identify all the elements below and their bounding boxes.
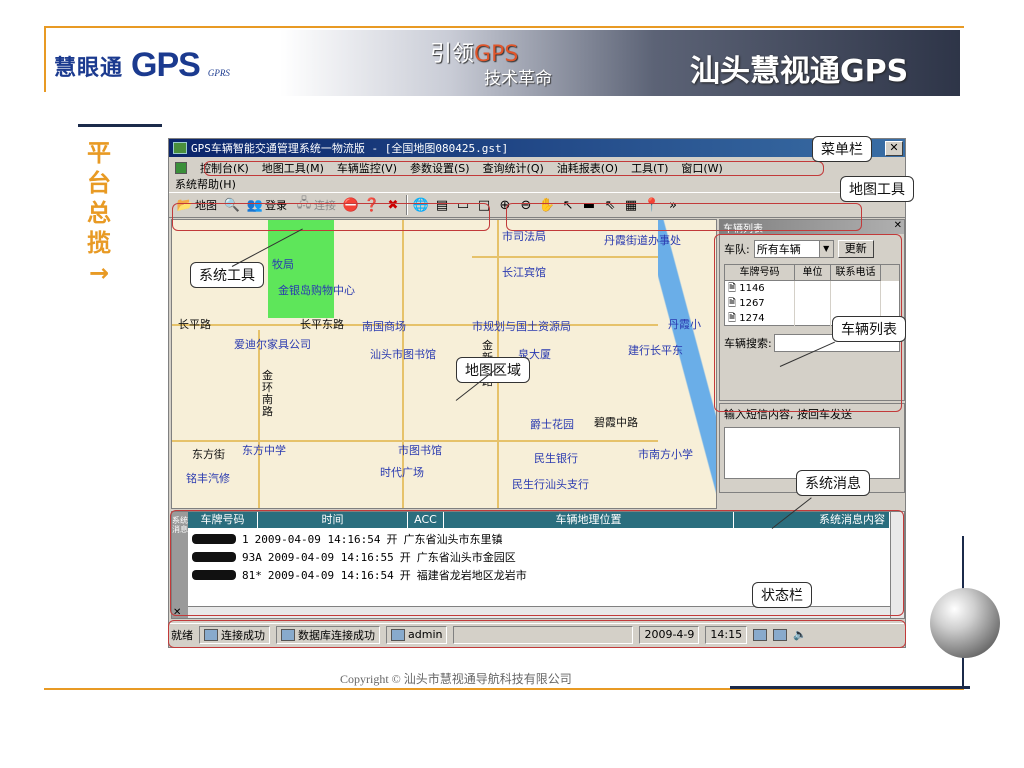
brand-gps: GPS: [131, 46, 201, 84]
map-label: 牧局: [272, 258, 294, 271]
statusbar-highlight: [168, 620, 906, 648]
map-label: 金银岛购物中心: [278, 284, 355, 297]
map-label: 民生银行: [534, 452, 578, 465]
map-label: 爱迪尔家具公司: [234, 338, 311, 351]
brand-logo: 慧眼通 GPS GPRS: [54, 46, 230, 85]
river: [658, 220, 716, 508]
map-label: 爵士花园: [530, 418, 574, 431]
callout-sysmsg: 系统消息: [796, 470, 870, 496]
menu-row-2: 系统帮助(H): [175, 176, 899, 192]
road: [472, 256, 658, 258]
menu-app-icon[interactable]: [175, 162, 187, 174]
menubar-highlight: [204, 161, 824, 176]
map-label: 民生行汕头支行: [512, 478, 589, 491]
decorative-sphere: [930, 588, 1000, 658]
road: [258, 330, 260, 508]
map-label: 汕头市图书馆: [370, 348, 436, 361]
slogan-line2: 技术革命: [484, 69, 552, 89]
menu-item[interactable]: 系统帮助(H): [175, 176, 236, 192]
map-label: 市图书馆: [398, 444, 442, 457]
map-label: 市规划与国土资源局: [472, 320, 571, 333]
window-title: GPS车辆智能交通管理系统一物流版 - [全国地图080425.gst]: [191, 142, 509, 155]
header-rule: [44, 26, 964, 28]
brand-sub: GPRS: [207, 67, 230, 78]
map-label: 时代广场: [380, 466, 424, 479]
side-title: 平台总揽→: [87, 139, 111, 287]
brand-cn: 慧眼通: [54, 55, 124, 81]
road: [172, 324, 658, 326]
map-label: 长平东路: [300, 318, 344, 331]
callout-systools: 系统工具: [190, 262, 264, 288]
callout-statusbar: 状态栏: [752, 582, 812, 608]
callout-menubar: 菜单栏: [812, 136, 872, 162]
map-label: 丹霞街道办事处: [604, 234, 681, 247]
map-label: 长江宾馆: [502, 266, 546, 279]
map-label: 铭丰汽修: [186, 472, 230, 485]
map-label: 东方中学: [242, 444, 286, 457]
slogan-prefix: 引领: [430, 42, 475, 67]
map-label: 丹霞小: [668, 318, 701, 331]
map-label: 市南方小学: [638, 448, 693, 461]
map-label: 碧霞中路: [594, 416, 638, 429]
close-button[interactable]: ✕: [885, 141, 903, 156]
app-icon: [173, 142, 187, 154]
close-icon[interactable]: ✕: [894, 220, 902, 231]
map-label: 长平路: [178, 318, 211, 331]
map-label: 金环南路: [262, 369, 273, 418]
header-rule-left: [44, 26, 46, 92]
footer-hrule: [730, 686, 970, 689]
banner-title: 汕头慧视通GPS: [690, 54, 909, 89]
callout-maptools: 地图工具: [840, 176, 914, 202]
callout-vehlist: 车辆列表: [832, 316, 906, 342]
copyright: Copyright © 汕头市慧视通导航科技有限公司: [340, 672, 572, 686]
systools-highlight: [172, 203, 490, 231]
maptools-highlight: [506, 203, 862, 231]
map-label: 东方街: [192, 448, 225, 461]
sub-rule: [78, 124, 162, 127]
map-label: 建行长平东: [628, 344, 683, 357]
title-bar: GPS车辆智能交通管理系统一物流版 - [全国地图080425.gst]: [169, 139, 905, 157]
map-label: 南国商场: [362, 320, 406, 333]
